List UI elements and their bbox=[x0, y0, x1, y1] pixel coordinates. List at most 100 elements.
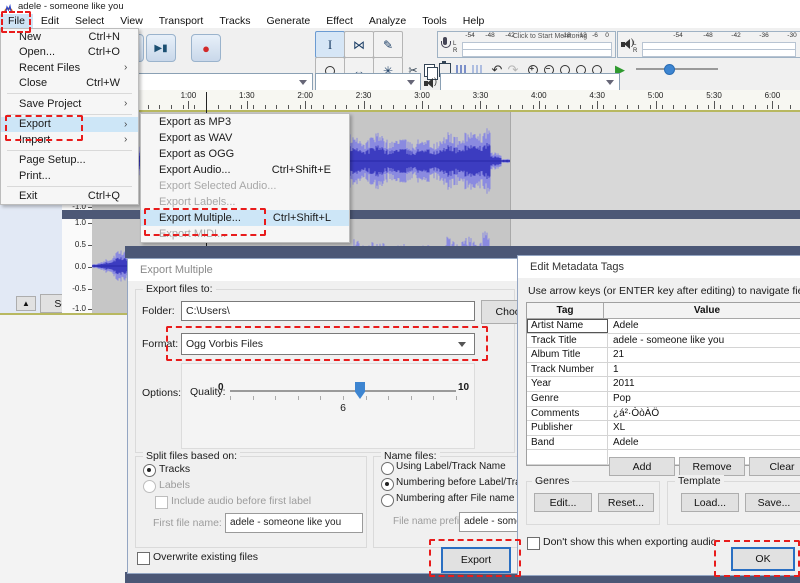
file-menu-item-print[interactable]: Print... bbox=[1, 168, 138, 184]
metadata-table-row[interactable]: PublisherXL bbox=[527, 421, 800, 436]
metadata-table-row[interactable]: Track Number1 bbox=[527, 363, 800, 378]
export-menu-item-export-as-mp3[interactable]: Export as MP3 bbox=[141, 114, 349, 130]
genres-reset-button[interactable]: Reset... bbox=[598, 493, 654, 512]
metadata-tag-cell[interactable]: Artist Name bbox=[527, 319, 608, 333]
ok-button[interactable]: OK bbox=[731, 547, 795, 571]
metadata-value-cell[interactable]: Pop bbox=[608, 392, 800, 406]
metadata-tag-cell[interactable]: Publisher bbox=[527, 421, 608, 435]
menubar-item-effect[interactable]: Effect bbox=[318, 14, 361, 28]
clear-button[interactable]: Clear bbox=[749, 457, 800, 476]
draw-tool-button[interactable]: ✎ bbox=[373, 31, 403, 58]
recording-meter[interactable]: -54-48-42-18-12-60LR Click to Start Moni… bbox=[437, 31, 616, 58]
quality-slider-thumb[interactable] bbox=[355, 382, 365, 399]
quality-slider-track[interactable] bbox=[230, 390, 456, 392]
overwrite-checkbox-label[interactable]: Overwrite existing files bbox=[153, 551, 258, 563]
menubar-item-transport[interactable]: Transport bbox=[151, 14, 212, 28]
menubar-item-tracks[interactable]: Tracks bbox=[211, 14, 258, 28]
microphone-icon bbox=[440, 37, 450, 57]
file-menu-item-open[interactable]: Open...Ctrl+O bbox=[1, 45, 138, 61]
metadata-tag-cell[interactable]: Track Title bbox=[527, 334, 608, 348]
file-menu-item-new[interactable]: NewCtrl+N bbox=[1, 29, 138, 45]
file-menu-item-close[interactable]: CloseCtrl+W bbox=[1, 76, 138, 92]
selection-tool-button[interactable]: I bbox=[315, 31, 345, 58]
export-menu-item-export-labels[interactable]: Export Labels... bbox=[141, 194, 349, 210]
export-menu-item-export-as-wav[interactable]: Export as WAV bbox=[141, 130, 349, 146]
export-menu-item-export-selected-audio[interactable]: Export Selected Audio... bbox=[141, 178, 349, 194]
menubar-item-file[interactable]: File bbox=[0, 14, 33, 28]
metadata-tag-cell[interactable]: Track Number bbox=[527, 363, 608, 377]
play-speed-slider[interactable] bbox=[636, 62, 718, 76]
metadata-table-row[interactable]: Album Title21 bbox=[527, 348, 800, 363]
tracks-radio[interactable] bbox=[143, 464, 156, 477]
metadata-dialog-title[interactable]: Edit Metadata Tags bbox=[518, 256, 800, 278]
genres-edit-button[interactable]: Edit... bbox=[534, 493, 592, 512]
meter-monitor-text[interactable]: Click to Start Monitoring bbox=[500, 33, 600, 40]
metadata-table-row[interactable]: GenrePop bbox=[527, 392, 800, 407]
menubar-item-edit[interactable]: Edit bbox=[33, 14, 67, 28]
include-audio-checkbox[interactable] bbox=[155, 496, 168, 509]
folder-input[interactable]: C:\Users\ bbox=[181, 301, 475, 321]
metadata-value-cell[interactable]: adele - someone like you bbox=[608, 334, 800, 348]
using-name-radio[interactable] bbox=[381, 462, 394, 475]
metadata-tag-cell[interactable]: Genre bbox=[527, 392, 608, 406]
export-menu-item-export-multiple[interactable]: Export Multiple...Ctrl+Shift+L bbox=[141, 210, 349, 226]
metadata-value-cell[interactable]: XL bbox=[608, 421, 800, 435]
metadata-value-cell[interactable]: Adele bbox=[608, 319, 800, 333]
metadata-table-row[interactable]: Track Titleadele - someone like you bbox=[527, 334, 800, 349]
file-menu-item-import[interactable]: Import› bbox=[1, 132, 138, 148]
metadata-tag-cell[interactable]: Year bbox=[527, 377, 608, 391]
metadata-table[interactable]: TagValueArtist NameAdeleTrack Titleadele… bbox=[526, 302, 800, 466]
metadata-value-cell[interactable]: 21 bbox=[608, 348, 800, 362]
format-select[interactable]: Ogg Vorbis Files bbox=[181, 333, 475, 355]
metadata-tag-cell[interactable] bbox=[527, 450, 608, 464]
file-menu-item-page-setup[interactable]: Page Setup... bbox=[1, 153, 138, 169]
first-file-input[interactable]: adele - someone like you bbox=[225, 513, 363, 533]
envelope-tool-button[interactable]: ⋈ bbox=[344, 31, 374, 58]
remove-button[interactable]: Remove bbox=[679, 457, 745, 476]
metadata-value-cell[interactable]: 1 bbox=[608, 363, 800, 377]
menubar-item-analyze[interactable]: Analyze bbox=[361, 14, 414, 28]
dont-show-checkbox[interactable] bbox=[527, 537, 540, 550]
overwrite-checkbox[interactable] bbox=[137, 552, 150, 565]
export-button[interactable]: Export bbox=[441, 547, 511, 573]
export-menu-item-export-as-ogg[interactable]: Export as OGG bbox=[141, 146, 349, 162]
menubar-item-tools[interactable]: Tools bbox=[414, 14, 455, 28]
labels-radio[interactable] bbox=[143, 480, 156, 493]
metadata-tag-cell[interactable]: Band bbox=[527, 436, 608, 450]
metadata-table-row[interactable]: Year2011 bbox=[527, 377, 800, 392]
template-save-button[interactable]: Save... bbox=[745, 493, 800, 512]
track-collapse-button[interactable]: ▲ bbox=[16, 296, 36, 311]
metadata-value-cell[interactable]: Adele bbox=[608, 436, 800, 450]
menubar-item-generate[interactable]: Generate bbox=[258, 14, 318, 28]
menubar-item-help[interactable]: Help bbox=[455, 14, 493, 28]
metadata-table-row[interactable]: BandAdele bbox=[527, 436, 800, 451]
skip-to-end-button[interactable]: ▶▮ bbox=[146, 34, 176, 62]
speed-slider-thumb[interactable] bbox=[664, 64, 675, 75]
template-load-button[interactable]: Load... bbox=[681, 493, 739, 512]
metadata-value-cell[interactable]: 2011 bbox=[608, 377, 800, 391]
export-menu-item-export-audio[interactable]: Export Audio...Ctrl+Shift+E bbox=[141, 162, 349, 178]
timeline-ruler[interactable]: 301:001:302:002:303:003:304:004:305:005:… bbox=[92, 90, 800, 111]
file-menu-item-recent-files[interactable]: Recent Files› bbox=[1, 60, 138, 76]
menubar-item-view[interactable]: View bbox=[112, 14, 151, 28]
metadata-value-cell[interactable]: ¿á²·ÒòÀÖ bbox=[608, 407, 800, 421]
numbering-before-radio[interactable] bbox=[381, 478, 394, 491]
menubar-item-select[interactable]: Select bbox=[67, 14, 112, 28]
tracks-radio-label[interactable]: Tracks bbox=[159, 463, 190, 475]
metadata-table-row[interactable]: Artist NameAdele bbox=[527, 319, 800, 334]
metadata-hint: Use arrow keys (or ENTER key after editi… bbox=[528, 285, 800, 297]
numbering-after-radio[interactable] bbox=[381, 494, 394, 507]
record-button[interactable]: ● bbox=[191, 34, 221, 62]
add-button[interactable]: Add bbox=[609, 457, 675, 476]
metadata-table-row[interactable]: Comments¿á²·ÒòÀÖ bbox=[527, 407, 800, 422]
using-name-radio-label[interactable]: Using Label/Track Name bbox=[396, 461, 506, 472]
file-menu-item-export[interactable]: Export› bbox=[1, 117, 138, 133]
export-menu-item-export-midi[interactable]: Export MIDI... bbox=[141, 226, 349, 242]
file-menu-item-exit[interactable]: ExitCtrl+Q bbox=[1, 189, 138, 205]
playback-meter[interactable]: ) -54-48-42-36-30LR bbox=[617, 31, 800, 58]
dont-show-checkbox-label[interactable]: Don't show this when exporting audio bbox=[543, 536, 717, 548]
export-dialog-title[interactable]: Export Multiple bbox=[128, 259, 568, 281]
metadata-tag-cell[interactable]: Album Title bbox=[527, 348, 608, 362]
file-menu-item-save-project[interactable]: Save Project› bbox=[1, 96, 138, 112]
metadata-tag-cell[interactable]: Comments bbox=[527, 407, 608, 421]
